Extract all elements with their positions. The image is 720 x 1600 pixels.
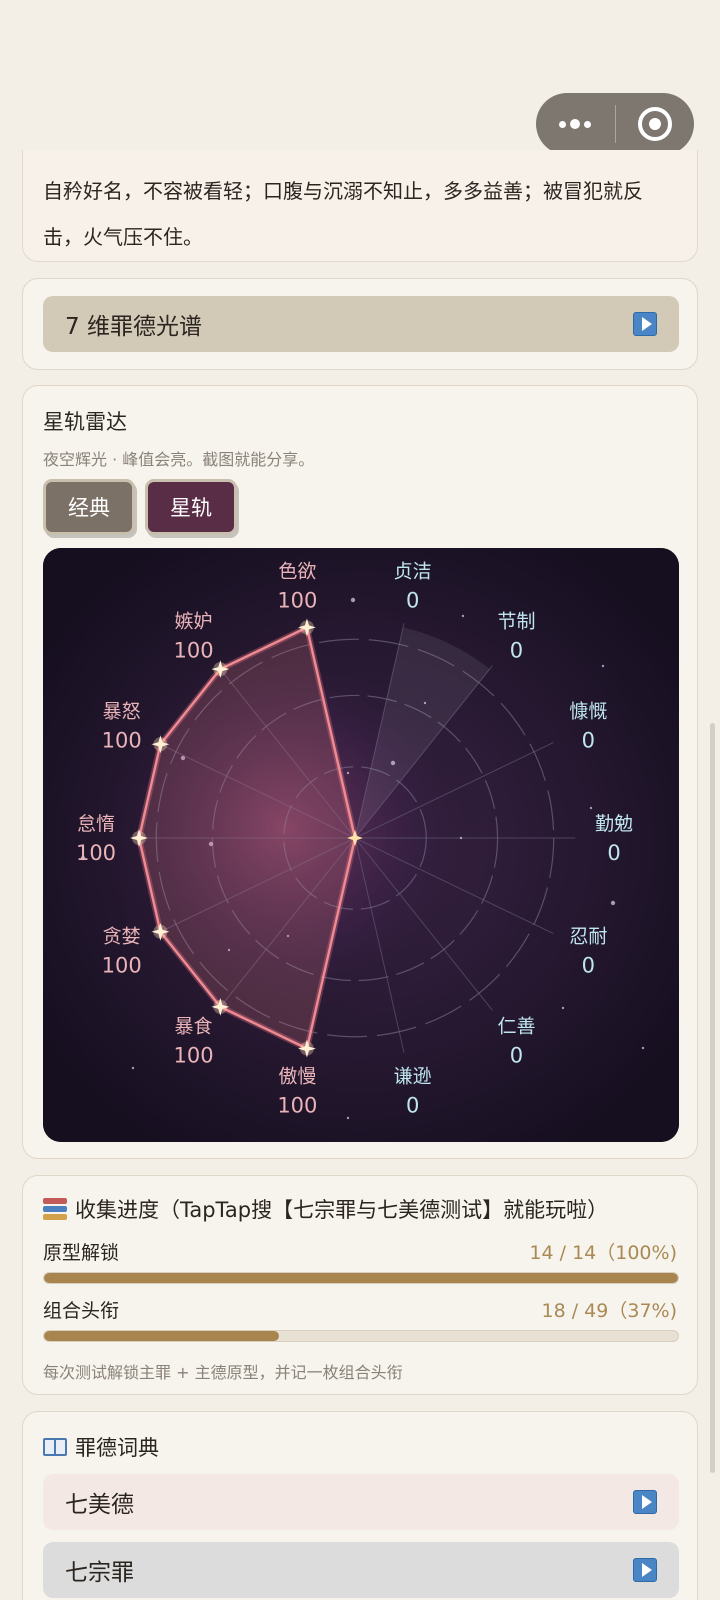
dictionary-item-virtues[interactable]: 七美德 [43, 1474, 679, 1530]
archetype-unlock-label: 原型解锁 [43, 1242, 120, 1264]
open-book-icon [43, 1438, 67, 1456]
radar-title: 星轨雷达 [43, 410, 127, 434]
radar-axis-value: 0 [607, 841, 620, 865]
radar-axis-label: 傲慢 [278, 1066, 316, 1088]
radar-axis-value: 0 [582, 729, 595, 753]
background-star [346, 771, 350, 775]
more-button[interactable] [536, 93, 615, 155]
miniprogram-capsule [536, 93, 694, 155]
combo-progress-fill [44, 1331, 279, 1341]
background-star [390, 760, 396, 766]
radar-axis-value: 0 [510, 639, 523, 663]
radar-axis-label: 节制 [497, 611, 535, 633]
background-star [346, 1116, 350, 1120]
classic-style-button[interactable]: 经典 [43, 479, 135, 535]
background-star [641, 1046, 645, 1050]
collection-header: 收集进度（TapTap搜【七宗罪与七美德测试】就能玩啦） [43, 1194, 608, 1224]
background-star [350, 597, 356, 603]
radar-axis-value: 0 [406, 1094, 419, 1118]
combo-title-label: 组合头衔 [43, 1300, 120, 1322]
radar-axis-value: 100 [173, 1043, 213, 1067]
spectrum-label: 7 维罪德光谱 [65, 314, 202, 340]
dictionary-title: 罪德词典 [75, 1436, 159, 1460]
radar-axis-value: 100 [277, 588, 317, 612]
archetype-unlock-value: 14 / 14（100%) [529, 1242, 677, 1264]
more-dots-icon [559, 119, 592, 129]
scrollbar[interactable] [710, 723, 715, 1473]
radar-axis-value: 0 [582, 953, 595, 977]
star-radar-chart: 色欲 100 贞洁 0 节制 0 慷慨 0 勤勉 0 忍耐 0 仁善 0 谦逊 0 傲慢 100 暴食 100 贪婪 10… [43, 548, 679, 1142]
radar-axis-value: 100 [102, 953, 142, 977]
radar-axis-label: 勤勉 [595, 813, 633, 835]
dictionary-card: 罪德词典 七美德 七宗罪 [22, 1411, 698, 1600]
background-star [561, 1006, 565, 1010]
background-star [601, 664, 605, 668]
dictionary-item-label: 七美德 [65, 1492, 134, 1518]
radar-axis-label: 贪婪 [103, 925, 141, 947]
archetype-progress-bar [43, 1272, 679, 1284]
radar-subtitle: 夜空辉光 · 峰值会亮。截图就能分享。 [43, 450, 315, 469]
radar-card: 星轨雷达 夜空辉光 · 峰值会亮。截图就能分享。 经典 星轨 色欲 100 贞洁 0 节… [22, 385, 698, 1159]
play-icon [633, 1558, 657, 1582]
radar-svg: 色欲 100 贞洁 0 节制 0 慷慨 0 勤勉 0 忍耐 0 仁善 0 谦逊 0 傲慢 100 暴食 100 贪婪 10… [43, 548, 679, 1142]
radar-axis-label: 忍耐 [569, 925, 607, 947]
spectrum-card: 7 维罪德光谱 [22, 278, 698, 370]
radar-axis-value: 100 [102, 729, 142, 753]
close-miniprogram-button[interactable] [616, 93, 695, 155]
spectrum-toggle[interactable]: 7 维罪德光谱 [43, 296, 679, 352]
radar-axis-label: 贞洁 [394, 560, 432, 582]
background-star [589, 806, 593, 810]
radar-axis-value: 0 [510, 1043, 523, 1067]
radar-axis-label: 仁善 [497, 1015, 535, 1037]
radar-axis-label: 怠惰 [77, 813, 115, 835]
collection-note: 每次测试解锁主罪 + 主德原型，并记一枚组合头衔 [43, 1363, 403, 1382]
radar-axis-value: 100 [76, 841, 116, 865]
radar-axis-label: 色欲 [278, 560, 316, 582]
radar-axis-value: 0 [406, 588, 419, 612]
target-circle-icon [637, 107, 672, 141]
archetype-progress-fill [44, 1273, 678, 1283]
combo-title-value: 18 / 49（37%) [541, 1300, 677, 1322]
radar-axis-label: 暴食 [175, 1015, 213, 1037]
collection-title: 收集进度（TapTap搜【七宗罪与七美德测试】就能玩啦） [75, 1198, 609, 1222]
background-star [459, 836, 463, 840]
combo-progress-bar [43, 1330, 679, 1342]
background-star [610, 900, 616, 906]
collection-card: 收集进度（TapTap搜【七宗罪与七美德测试】就能玩啦） 原型解锁 14 / 1… [22, 1175, 698, 1395]
dictionary-item-label: 七宗罪 [65, 1560, 134, 1586]
background-star [423, 701, 427, 705]
radar-axis-label: 谦逊 [394, 1066, 432, 1088]
play-icon [633, 312, 657, 336]
dictionary-item-sins[interactable]: 七宗罪 [43, 1542, 679, 1598]
profile-summary-card: 自矜好名，不容被看轻；口腹与沉溺不知止，多多益善；被冒犯就反击，火气压不住。 [22, 150, 698, 262]
profile-summary-text: 自矜好名，不容被看轻；口腹与沉溺不知止，多多益善；被冒犯就反击，火气压不住。 [43, 179, 643, 249]
radar-axis-label: 慷慨 [569, 700, 607, 723]
dictionary-header: 罪德词典 [43, 1432, 159, 1462]
radar-axis-label: 嫉妒 [175, 611, 213, 633]
background-star [461, 614, 465, 618]
radar-axis-value: 100 [277, 1094, 317, 1118]
play-icon [633, 1490, 657, 1514]
radar-axis-label: 暴怒 [103, 701, 141, 723]
background-star [131, 1066, 135, 1070]
star-trail-style-button[interactable]: 星轨 [145, 479, 237, 535]
radar-axis-value: 100 [173, 639, 213, 663]
books-icon [43, 1198, 67, 1220]
